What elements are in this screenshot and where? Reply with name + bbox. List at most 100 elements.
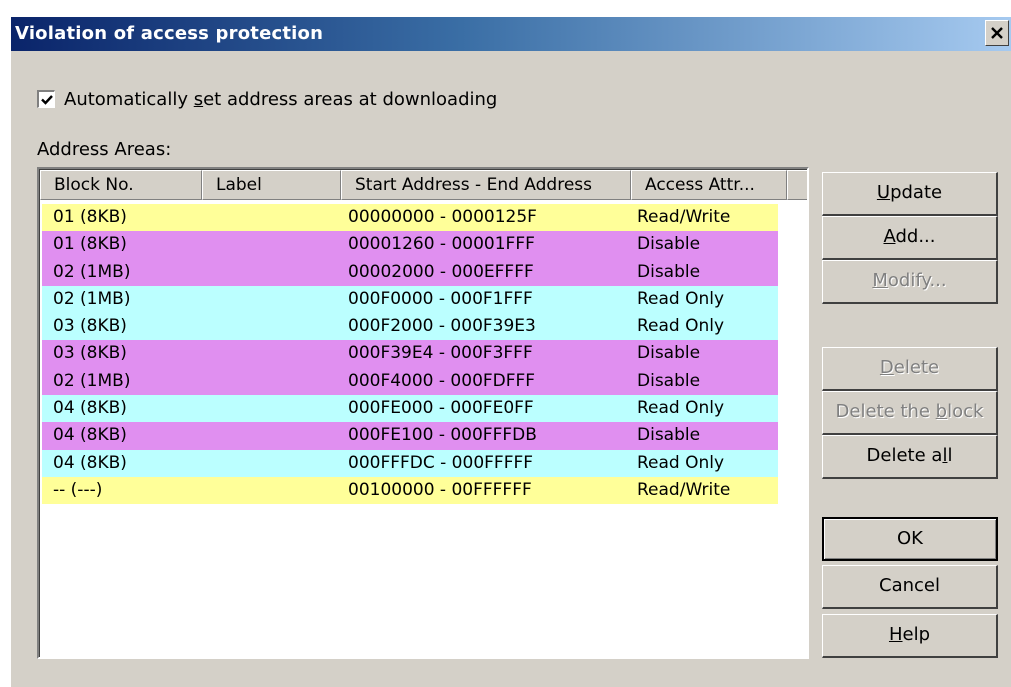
add-button[interactable]: Add...	[822, 216, 998, 260]
table-row[interactable]: 02 (1MB) 000F4000 - 000FDFFF Disable	[42, 367, 778, 396]
cell-label	[202, 340, 341, 367]
update-label: pdate	[890, 182, 943, 203]
cell-access-attr: Read/Write	[637, 479, 731, 500]
help-hotkey: H	[888, 624, 903, 645]
update-button[interactable]: Update	[822, 172, 998, 216]
delete-all-button[interactable]: Delete all	[822, 435, 998, 479]
cell-access-attr: Disable	[637, 234, 701, 255]
delete-block-button[interactable]: Delete the block	[822, 391, 998, 435]
cell-block-no: 01 (8KB)	[53, 234, 127, 255]
cell-access-attr: Read Only	[637, 398, 725, 419]
delete-block-hotkey: b	[935, 401, 948, 422]
column-header-address-range[interactable]: Start Address - End Address	[341, 170, 631, 200]
delete-block-label-prefix: Delete the	[835, 401, 936, 422]
cell-access-attr: Read Only	[637, 316, 725, 337]
table-row[interactable]: 01 (8KB) 00000000 - 0000125F Read/Write	[42, 204, 778, 232]
checkmark-icon	[41, 95, 53, 105]
cell-access-attr: Disable	[637, 425, 701, 446]
modify-button[interactable]: Modify...	[822, 260, 998, 304]
delete-button[interactable]: Delete	[822, 347, 998, 391]
cell-block-no: 03 (8KB)	[53, 343, 127, 364]
auto-set-checkbox-row[interactable]: Automatically set address areas at downl…	[37, 87, 497, 111]
cell-address-range: 000F4000 - 000FDFFF	[348, 370, 536, 391]
cell-access-attr: Read/Write	[637, 207, 731, 227]
cell-label	[202, 286, 341, 313]
cell-access-attr: Disable	[637, 343, 701, 364]
close-icon	[991, 27, 1003, 39]
table-row[interactable]: 02 (1MB) 000F0000 - 000F1FFF Read Only	[42, 285, 778, 314]
delete-block-label-suffix: lock	[947, 401, 984, 422]
delete-all-label-prefix: Delete a	[866, 445, 943, 466]
address-areas-list[interactable]: Block No. Label Start Address - End Addr…	[37, 167, 809, 659]
cell-label	[202, 313, 341, 340]
table-row[interactable]: 04 (8KB) 000FE100 - 000FFFDB Disable	[42, 422, 778, 450]
delete-all-label-suffix: l	[947, 445, 953, 466]
cell-label	[202, 231, 341, 258]
cell-block-no: 04 (8KB)	[53, 425, 127, 446]
cell-address-range: 00001260 - 00001FFF	[348, 234, 535, 255]
modify-label: odify...	[887, 270, 947, 291]
cell-address-range: 000F2000 - 000F39E3	[348, 316, 536, 337]
cell-label	[202, 395, 341, 422]
cell-label	[202, 259, 341, 286]
update-hotkey: U	[876, 182, 891, 203]
cell-block-no: 02 (1MB)	[53, 370, 131, 391]
ok-button[interactable]: OK	[822, 517, 998, 561]
auto-set-checkbox[interactable]	[37, 90, 55, 108]
cell-address-range: 000FFFDC - 000FFFFF	[348, 452, 534, 473]
dialog-title: Violation of access protection	[15, 23, 324, 44]
cell-block-no: 04 (8KB)	[53, 452, 127, 473]
close-button[interactable]	[985, 20, 1009, 46]
cancel-button[interactable]: Cancel	[822, 565, 998, 609]
cell-address-range: 00100000 - 00FFFFFF	[348, 479, 532, 500]
column-header-filler	[787, 170, 807, 200]
cell-block-no: 02 (1MB)	[53, 288, 131, 309]
column-header-block-no[interactable]: Block No.	[40, 170, 202, 200]
title-bar[interactable]: Violation of access protection	[11, 17, 1011, 51]
cell-label	[202, 450, 341, 477]
auto-set-label-suffix: et address areas at downloading	[203, 88, 498, 110]
cell-address-range: 000FE000 - 000FE0FF	[348, 398, 534, 419]
cell-block-no: 03 (8KB)	[53, 316, 127, 337]
column-header-label[interactable]: Label	[202, 170, 341, 200]
cell-label	[202, 477, 341, 504]
cell-block-no: 01 (8KB)	[53, 207, 127, 227]
cell-address-range: 00000000 - 0000125F	[348, 207, 537, 227]
modify-hotkey: M	[872, 270, 888, 291]
help-label: elp	[902, 624, 931, 645]
add-label: dd...	[895, 226, 936, 247]
cell-access-attr: Disable	[637, 261, 701, 282]
table-row[interactable]: 04 (8KB) 000FFFDC - 000FFFFF Read Only	[42, 449, 778, 477]
add-hotkey: A	[883, 226, 896, 247]
cell-access-attr: Read Only	[637, 452, 725, 473]
cell-label	[202, 368, 341, 395]
auto-set-checkbox-label: Automatically set address areas at downl…	[64, 89, 497, 110]
address-areas-label: Address Areas:	[37, 139, 172, 160]
cell-address-range: 000F39E4 - 000F3FFF	[348, 343, 533, 364]
access-protection-dialog: Violation of access protection Automatic…	[10, 16, 1011, 687]
list-rows: 01 (8KB) 00000000 - 0000125F Read/Write 01…	[42, 204, 778, 505]
auto-set-label-hotkey: s	[193, 88, 204, 110]
cell-address-range: 00002000 - 000EFFFF	[348, 261, 534, 282]
list-header: Block No. Label Start Address - End Addr…	[40, 170, 807, 200]
cell-address-range: 000FE100 - 000FFFDB	[348, 425, 537, 446]
table-row[interactable]: 03 (8KB) 000F39E4 - 000F3FFF Disable	[42, 340, 778, 368]
cell-label	[202, 422, 341, 449]
table-row[interactable]: 03 (8KB) 000F2000 - 000F39E3 Read Only	[42, 313, 778, 341]
delete-label: elete	[893, 357, 940, 378]
cell-address-range: 000F0000 - 000F1FFF	[348, 288, 533, 309]
cell-block-no: 04 (8KB)	[53, 398, 127, 419]
table-row[interactable]: -- (---) 00100000 - 00FFFFFF Read/Write	[42, 476, 778, 505]
cell-label	[202, 204, 341, 231]
auto-set-label-prefix: Automatically	[64, 88, 194, 110]
cell-block-no: 02 (1MB)	[53, 261, 131, 282]
cell-access-attr: Read Only	[637, 288, 725, 309]
cell-access-attr: Disable	[637, 370, 701, 391]
table-row[interactable]: 04 (8KB) 000FE000 - 000FE0FF Read Only	[42, 395, 778, 423]
table-row[interactable]: 01 (8KB) 00001260 - 00001FFF Disable	[42, 231, 778, 259]
help-button[interactable]: Help	[822, 614, 998, 658]
delete-hotkey: D	[879, 357, 894, 378]
cell-block-no: -- (---)	[53, 479, 103, 500]
column-header-access-attr[interactable]: Access Attr...	[631, 170, 787, 200]
table-row[interactable]: 02 (1MB) 00002000 - 000EFFFF Disable	[42, 258, 778, 286]
